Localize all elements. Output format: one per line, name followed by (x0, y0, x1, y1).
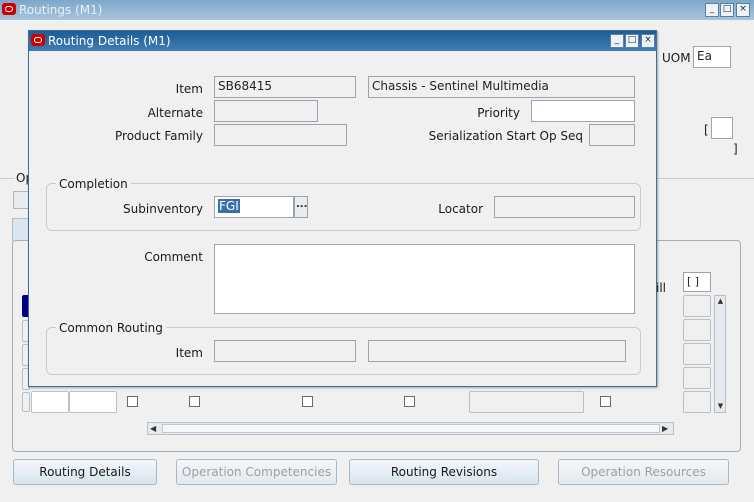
common-item-field[interactable] (214, 340, 356, 362)
dialog-title: Routing Details (M1) (48, 34, 171, 48)
item-field[interactable]: SB68415 (214, 76, 356, 98)
priority-label: Priority (477, 106, 520, 120)
operation-competencies-button[interactable]: Operation Competencies (176, 459, 337, 485)
row-field[interactable] (69, 391, 117, 413)
product-family-label: Product Family (115, 129, 203, 143)
subinventory-label: Subinventory (123, 202, 203, 216)
comment-textarea[interactable] (214, 244, 635, 314)
completion-group-title: Completion (56, 177, 131, 191)
routing-details-button[interactable]: Routing Details (13, 459, 157, 485)
main-window-titlebar: Routings (M1) _ □ × (0, 0, 754, 20)
uom-label: UOM (662, 51, 691, 65)
priority-field[interactable] (531, 100, 635, 122)
scroll-up-icon[interactable]: ▲ (716, 297, 725, 306)
main-window-title: Routings (M1) (19, 3, 103, 17)
item-label: Item (175, 82, 203, 96)
row-field[interactable] (31, 391, 69, 413)
locator-field[interactable] (494, 196, 635, 218)
minimize-icon[interactable]: _ (705, 3, 719, 17)
row-checkbox[interactable] (189, 396, 200, 407)
row-cell-right[interactable] (683, 319, 711, 341)
comment-label: Comment (144, 250, 203, 264)
maximize-icon[interactable]: □ (625, 34, 639, 48)
serialization-field[interactable] (589, 124, 635, 146)
scroll-left-icon[interactable]: ◀ (150, 424, 160, 434)
common-item-label: Item (175, 346, 203, 360)
routing-details-dialog: Routing Details (M1) _ □ × Item SB68415 … (28, 30, 657, 387)
horizontal-scrollbar[interactable]: ◀ ▶ (147, 422, 674, 435)
routing-revisions-button[interactable]: Routing Revisions (349, 459, 539, 485)
row-cell-right[interactable] (683, 367, 711, 389)
bracket-open: [ (704, 123, 709, 137)
row-cell-right[interactable] (683, 343, 711, 365)
scroll-thumb[interactable] (162, 424, 660, 433)
bracket-close: ] (733, 142, 738, 156)
common-item-description-field[interactable] (368, 340, 626, 362)
product-family-field[interactable] (214, 124, 347, 146)
row-cell[interactable] (22, 392, 30, 412)
alternate-label: Alternate (147, 106, 203, 120)
oracle-logo-icon (31, 34, 45, 46)
serialization-label: Serialization Start Op Seq (428, 129, 583, 143)
subinventory-value: FGI (218, 199, 240, 213)
row-checkbox[interactable] (600, 396, 611, 407)
close-icon[interactable]: × (736, 3, 750, 17)
item-description-field[interactable]: Chassis - Sentinel Multimedia (368, 76, 635, 98)
minimize-icon[interactable]: _ (610, 34, 624, 48)
row-checkbox[interactable] (404, 396, 415, 407)
row-checkbox[interactable] (127, 396, 138, 407)
close-icon[interactable]: × (641, 34, 655, 48)
uom-field[interactable]: Ea (693, 46, 731, 68)
subinventory-lov-button[interactable]: ... (294, 196, 308, 218)
row-cell-right[interactable] (683, 295, 711, 317)
bill-label-fragment: ill (656, 281, 667, 295)
background-checkbox-field[interactable] (711, 117, 733, 139)
scroll-right-icon[interactable]: ▶ (662, 424, 672, 434)
maximize-icon[interactable]: □ (720, 3, 734, 17)
scroll-down-icon[interactable]: ▼ (716, 402, 725, 411)
row-checkbox[interactable] (302, 396, 313, 407)
row-cell-right[interactable] (683, 391, 711, 413)
common-routing-group-title: Common Routing (56, 321, 166, 335)
locator-label: Locator (438, 202, 483, 216)
row-bracket-header: [ ] (683, 272, 711, 292)
oracle-logo-icon (2, 3, 16, 15)
vertical-scrollbar[interactable]: ▲ ▼ (714, 295, 726, 413)
operation-resources-button[interactable]: Operation Resources (558, 459, 729, 485)
alternate-field[interactable] (214, 100, 318, 122)
row-field[interactable] (469, 391, 584, 413)
subinventory-field[interactable]: FGI (214, 196, 294, 218)
dialog-titlebar: Routing Details (M1) _ □ × (29, 31, 656, 51)
